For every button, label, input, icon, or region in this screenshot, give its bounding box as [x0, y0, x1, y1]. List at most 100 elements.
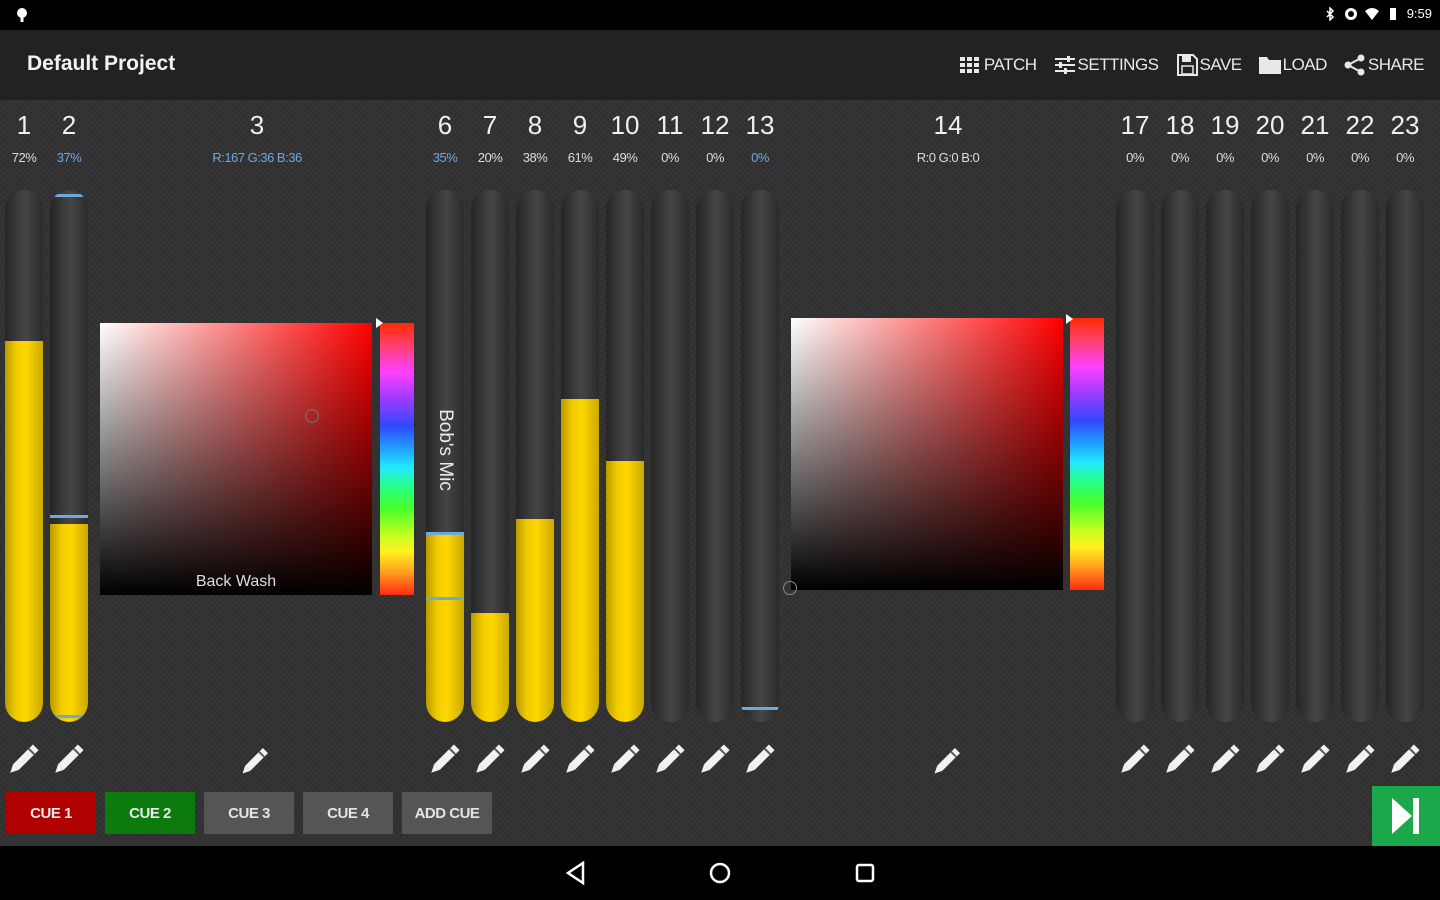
edit-pencil-icon[interactable]	[559, 740, 599, 780]
fader-channel-1[interactable]	[5, 190, 43, 722]
fader-channel-12[interactable]	[696, 190, 734, 722]
channel-number: 11	[656, 110, 684, 140]
share-button[interactable]: SHARE	[1335, 50, 1432, 80]
edit-pencil-icon[interactable]	[1204, 740, 1244, 780]
fader-channel-21[interactable]	[1296, 190, 1334, 722]
hue-handle[interactable]	[376, 318, 383, 328]
action-menu: PATCH SETTINGS SAVE LOAD SHARE	[951, 50, 1432, 80]
folder-icon	[1258, 57, 1281, 74]
edit-pencil-icon[interactable]	[424, 740, 464, 780]
edit-pencil-icon[interactable]	[694, 740, 734, 780]
edit-pencil-icon[interactable]	[604, 740, 644, 780]
recents-icon[interactable]	[851, 859, 879, 887]
hue-handle[interactable]	[1066, 314, 1073, 324]
fader-channel-22[interactable]	[1341, 190, 1379, 722]
load-button[interactable]: LOAD	[1250, 50, 1335, 80]
skip-next-icon	[1392, 798, 1419, 834]
edit-pencil-icon[interactable]	[514, 740, 554, 780]
color-marker[interactable]	[305, 409, 319, 423]
status-icons: 9:59	[1323, 6, 1432, 21]
patch-button[interactable]: PATCH	[951, 50, 1045, 80]
channel-value: 0%	[1351, 150, 1369, 165]
grid-icon	[959, 57, 979, 73]
fader-channel-6[interactable]: Bob's Mic	[426, 190, 464, 722]
edit-pencil-icon[interactable]	[236, 744, 272, 780]
channel-number: 18	[1165, 110, 1195, 140]
sync-icon	[1344, 7, 1357, 20]
channel-number: 9	[572, 110, 588, 140]
cue-4-button[interactable]: CUE 4	[303, 792, 393, 834]
channel-number: 17	[1120, 110, 1150, 140]
channel-number: 6	[437, 110, 453, 140]
fader-channel-20[interactable]	[1251, 190, 1289, 722]
channel-value: 0%	[1171, 150, 1189, 165]
fader-channel-11[interactable]	[651, 190, 689, 722]
fader-channel-8[interactable]	[516, 190, 554, 722]
edit-pencil-icon[interactable]	[1339, 740, 1379, 780]
fader-marker	[50, 715, 88, 718]
channel-number: 22	[1345, 110, 1375, 140]
fader-channel-2[interactable]	[50, 190, 88, 722]
fader-channel-10[interactable]	[606, 190, 644, 722]
channel-value: 20%	[477, 150, 503, 165]
back-icon[interactable]	[563, 859, 591, 887]
cue-2-button[interactable]: CUE 2	[105, 792, 195, 834]
edit-pencil-icon[interactable]	[928, 744, 964, 780]
edit-pencil-icon[interactable]	[3, 740, 43, 780]
edit-pencil-icon[interactable]	[469, 740, 509, 780]
color-picker-3[interactable]: Back Wash	[100, 323, 372, 595]
project-title: Default Project	[27, 52, 176, 75]
edit-pencil-icon[interactable]	[1114, 740, 1154, 780]
edit-pencil-icon[interactable]	[739, 740, 779, 780]
sliders-icon	[1054, 56, 1075, 74]
fader-marker	[50, 194, 88, 197]
settings-button[interactable]: SETTINGS	[1045, 50, 1167, 80]
fader-channel-7[interactable]	[471, 190, 509, 722]
channel-value: 0%	[1126, 150, 1144, 165]
channel-number: 8	[527, 110, 543, 140]
edit-pencil-icon[interactable]	[48, 740, 88, 780]
fader-channel-18[interactable]	[1161, 190, 1199, 722]
save-icon	[1176, 54, 1198, 76]
fader-fill	[5, 341, 43, 722]
fader-channel-13[interactable]	[741, 190, 779, 722]
fader-marker	[50, 515, 88, 518]
edit-pencil-icon[interactable]	[649, 740, 689, 780]
share-label: SHARE	[1367, 55, 1425, 74]
save-label: SAVE	[1199, 55, 1243, 74]
console-area: 1 72% 2 37% 3 R:167 G:36 B:36 Back Wash …	[0, 100, 1440, 846]
channel-value: 37%	[56, 150, 82, 165]
fader-channel-9[interactable]	[561, 190, 599, 722]
go-next-cue-button[interactable]	[1372, 786, 1440, 846]
hue-slider-14[interactable]	[1070, 318, 1104, 590]
fader-channel-19[interactable]	[1206, 190, 1244, 722]
value-layer	[791, 318, 1063, 590]
edit-pencil-icon[interactable]	[1294, 740, 1334, 780]
status-bar: 9:59	[0, 0, 1440, 30]
add-cue-button[interactable]: ADD CUE	[402, 792, 492, 834]
hue-slider-3[interactable]	[380, 323, 414, 595]
fader-marker	[741, 707, 779, 710]
channel-value: 0%	[1306, 150, 1324, 165]
fixture-name: Back Wash	[195, 573, 277, 590]
fader-marker	[426, 597, 464, 600]
edit-pencil-icon[interactable]	[1384, 740, 1424, 780]
color-marker[interactable]	[783, 581, 797, 595]
fader-fill	[606, 461, 644, 722]
bluetooth-icon	[1326, 6, 1334, 21]
home-icon[interactable]	[706, 859, 734, 887]
cue-3-button[interactable]: CUE 3	[204, 792, 294, 834]
load-label: LOAD	[1282, 55, 1328, 74]
fader-fill	[50, 524, 88, 722]
fader-channel-23[interactable]	[1386, 190, 1424, 722]
channel-number: 23	[1390, 110, 1420, 140]
channel-number: 1	[16, 110, 32, 140]
color-picker-14[interactable]	[791, 318, 1063, 590]
fader-marker	[426, 532, 464, 535]
edit-pencil-icon[interactable]	[1159, 740, 1199, 780]
save-button[interactable]: SAVE	[1167, 50, 1250, 80]
edit-pencil-icon[interactable]	[1249, 740, 1289, 780]
fader-channel-17[interactable]	[1116, 190, 1154, 722]
cue-1-button[interactable]: CUE 1	[6, 792, 96, 834]
action-bar: Default Project PATCH SETTINGS SAVE LOAD…	[0, 30, 1440, 100]
